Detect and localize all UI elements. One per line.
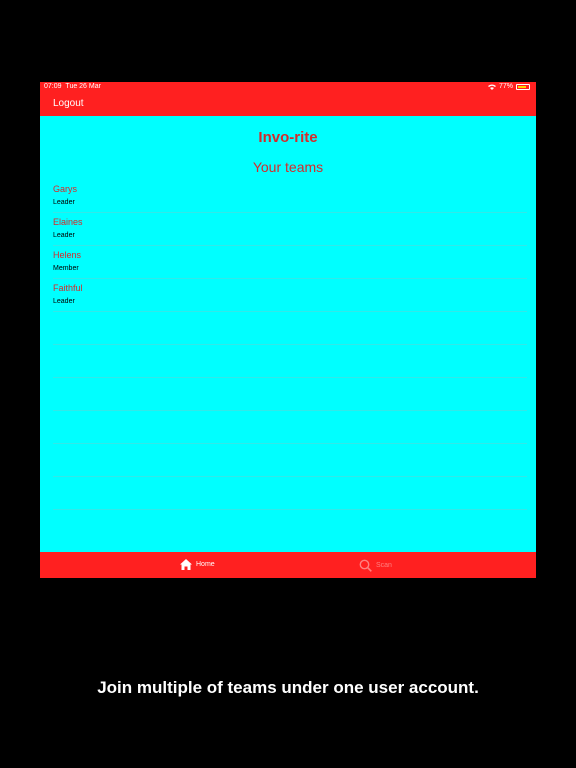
- team-row-garys[interactable]: Garys Leader: [53, 180, 527, 213]
- home-icon: [180, 559, 192, 570]
- tab-scan[interactable]: Scan: [359, 559, 392, 572]
- status-indicators: 77%: [487, 83, 530, 90]
- battery-icon: [516, 83, 530, 90]
- tab-scan-label: Scan: [376, 562, 392, 569]
- tab-home[interactable]: Home: [180, 559, 215, 570]
- top-bar: 07:09 Tue 26 Mar 77% Logout: [40, 82, 536, 116]
- team-role: Leader: [53, 232, 75, 239]
- app-screen: 07:09 Tue 26 Mar 77% Logout Invo-rite Yo…: [40, 82, 536, 578]
- team-row-faithful[interactable]: Faithful Leader: [53, 279, 527, 312]
- team-row-elaines[interactable]: Elaines Leader: [53, 213, 527, 246]
- section-title: Your teams: [252, 159, 324, 175]
- team-name: Faithful: [53, 283, 83, 293]
- team-list: Garys Leader Elaines Leader Helens Membe…: [40, 180, 536, 510]
- caption-text: Join multiple of teams under one user ac…: [97, 678, 479, 697]
- team-name: Elaines: [53, 217, 83, 227]
- search-icon: [359, 559, 372, 572]
- app-title: Invo-rite: [258, 129, 318, 146]
- team-role: Leader: [53, 199, 75, 206]
- status-time-text: 07:09: [44, 83, 62, 90]
- list-separator: [53, 378, 527, 411]
- list-separator: [53, 411, 527, 444]
- team-name: Helens: [53, 250, 82, 260]
- logout-button[interactable]: Logout: [53, 98, 84, 109]
- status-time: 07:09 Tue 26 Mar: [44, 83, 101, 90]
- list-separator: [53, 444, 527, 477]
- tab-bar: Home Scan: [40, 552, 536, 578]
- tab-home-label: Home: [196, 561, 215, 568]
- list-separator: [53, 312, 527, 345]
- caption: Join multiple of teams under one user ac…: [0, 677, 576, 699]
- status-date: Tue 26 Mar: [65, 83, 101, 90]
- wifi-icon: [487, 84, 496, 90]
- team-name: Garys: [53, 184, 78, 194]
- team-row-helens[interactable]: Helens Member: [53, 246, 527, 279]
- list-separator: [53, 477, 527, 510]
- team-role: Member: [53, 265, 79, 272]
- battery-percent: 77%: [498, 83, 513, 90]
- team-role: Leader: [53, 298, 75, 305]
- list-separator: [53, 345, 527, 378]
